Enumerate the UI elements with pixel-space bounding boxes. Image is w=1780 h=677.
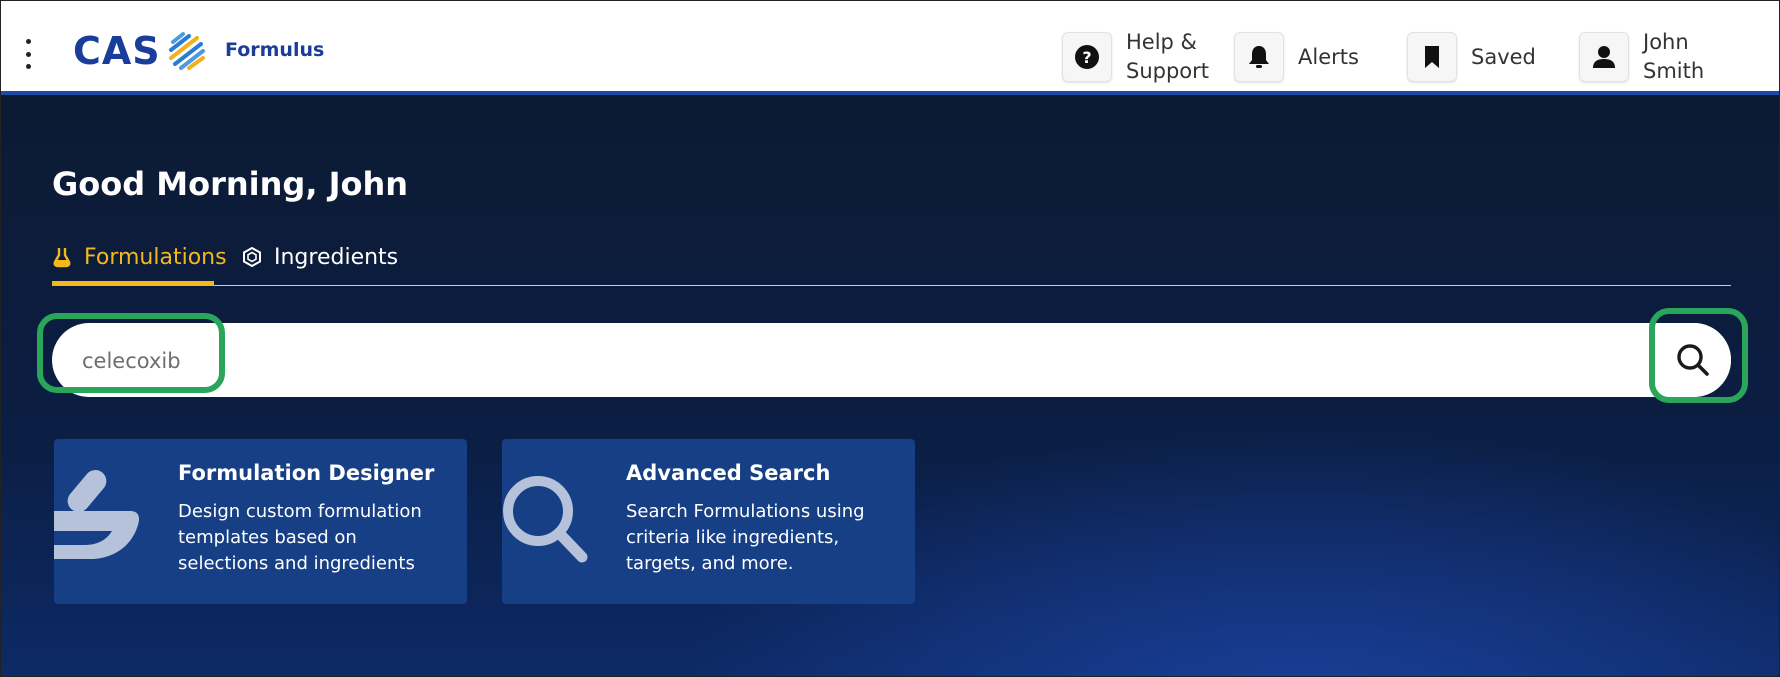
cas-logo-mark-icon bbox=[168, 32, 205, 70]
alerts-label: Alerts bbox=[1298, 44, 1359, 69]
help-label: Help & Support bbox=[1126, 30, 1210, 83]
page-title: Good Morning, John bbox=[52, 165, 409, 203]
svg-text:?: ? bbox=[1082, 48, 1091, 67]
magnifier-icon bbox=[503, 476, 588, 563]
saved-label: Saved bbox=[1471, 44, 1536, 69]
saved-button[interactable] bbox=[1407, 32, 1457, 82]
bookmark-icon bbox=[1425, 46, 1439, 68]
search-tabs: Formulations Ingredients bbox=[52, 231, 1731, 286]
tab-formulations[interactable]: Formulations bbox=[52, 231, 227, 286]
advanced-search-title: Advanced Search bbox=[626, 461, 831, 485]
highlight-search-button bbox=[1649, 308, 1748, 403]
alerts-button[interactable] bbox=[1234, 32, 1284, 82]
hero-section: Good Morning, John Formulations Ingredie… bbox=[1, 95, 1779, 676]
logo-text: CAS bbox=[73, 29, 161, 73]
nav-saved[interactable]: Saved bbox=[1407, 31, 1536, 83]
formulation-designer-title: Formulation Designer bbox=[178, 461, 435, 485]
flask-icon bbox=[53, 248, 71, 268]
tab-ingredients-label: Ingredients bbox=[274, 244, 399, 270]
search-bar bbox=[52, 323, 1731, 397]
formulation-designer-description: Design custom formulation templates base… bbox=[178, 501, 422, 574]
tab-ingredients[interactable]: Ingredients bbox=[242, 231, 398, 283]
formulation-designer-card[interactable]: Formulation Designer Design custom formu… bbox=[54, 439, 467, 604]
app-window: CAS Formulus ? Help & Support Alerts Sav… bbox=[0, 0, 1780, 677]
top-header: CAS Formulus ? Help & Support Alerts Sav… bbox=[1, 1, 1779, 95]
search-input[interactable] bbox=[80, 335, 1644, 387]
nav-help-support[interactable]: ? Help & Support bbox=[1062, 30, 1216, 83]
kebab-menu-icon[interactable] bbox=[19, 39, 37, 69]
tab-formulations-label: Formulations bbox=[84, 244, 227, 270]
mortar-pestle-icon bbox=[54, 470, 140, 559]
cas-logo[interactable]: CAS bbox=[73, 29, 207, 73]
advanced-search-card[interactable]: Advanced Search Search Formulations usin… bbox=[502, 439, 915, 604]
user-icon bbox=[1593, 46, 1615, 68]
user-button[interactable] bbox=[1579, 32, 1629, 82]
advanced-search-description: Search Formulations using criteria like … bbox=[626, 501, 865, 574]
hexagon-icon bbox=[243, 246, 261, 268]
user-name-label: John Smith bbox=[1643, 30, 1705, 83]
bell-icon bbox=[1249, 46, 1269, 68]
brand-name: Formulus bbox=[225, 39, 325, 61]
help-icon: ? bbox=[1075, 45, 1099, 69]
help-button[interactable]: ? bbox=[1062, 32, 1112, 82]
highlight-search-input bbox=[37, 313, 225, 393]
nav-alerts[interactable]: Alerts bbox=[1234, 31, 1359, 83]
nav-user[interactable]: John Smith bbox=[1579, 30, 1723, 83]
